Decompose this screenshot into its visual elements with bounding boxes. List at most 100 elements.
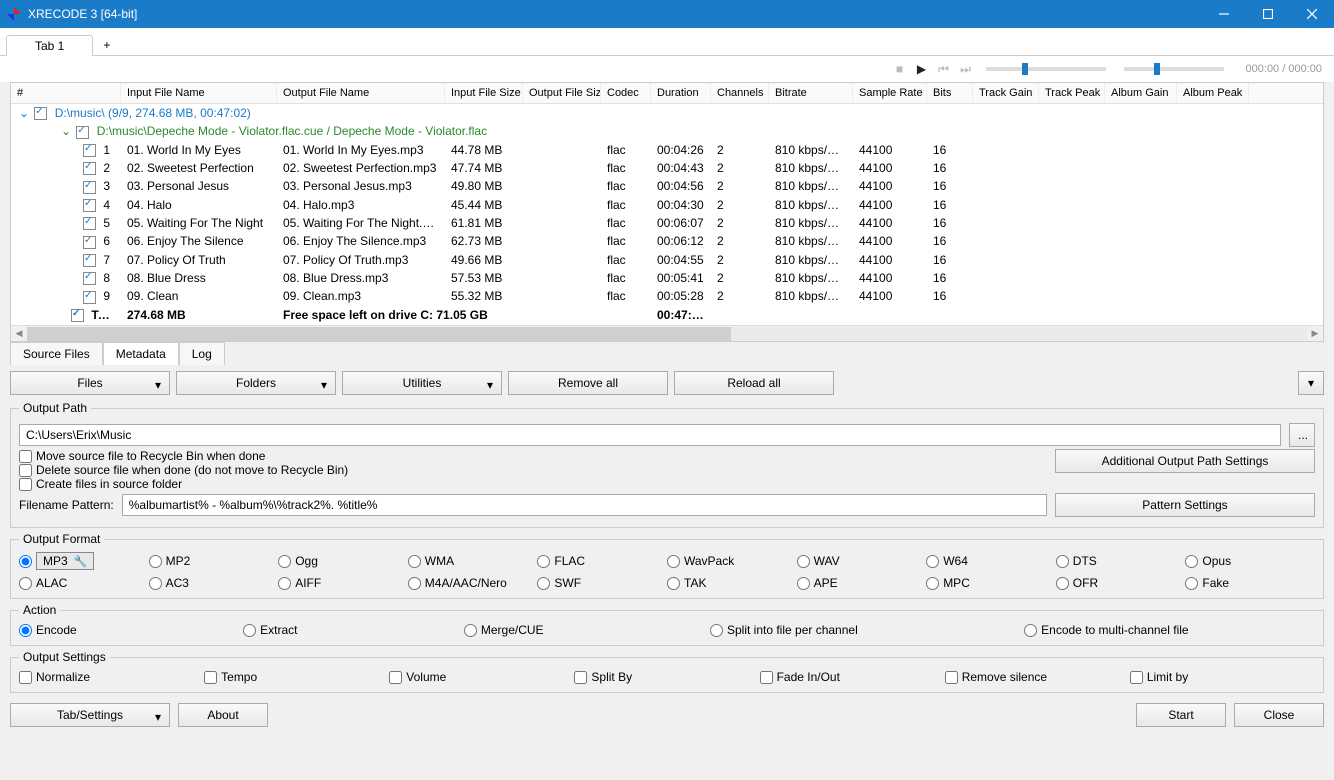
column-header[interactable]: Album Peak bbox=[1177, 83, 1249, 103]
horizontal-scrollbar[interactable]: ◀▶ bbox=[11, 325, 1323, 341]
track-checkbox[interactable] bbox=[83, 144, 96, 157]
total-checkbox[interactable] bbox=[71, 309, 84, 322]
format-radio-w64[interactable]: W64 bbox=[926, 552, 1056, 570]
stop-icon[interactable]: ■ bbox=[892, 61, 908, 77]
track-checkbox[interactable] bbox=[83, 272, 96, 285]
track-row[interactable]: 4 04. Halo04. Halo.mp345.44 MB flac00:04… bbox=[11, 196, 1323, 214]
track-row[interactable]: 7 07. Policy Of Truth07. Policy Of Truth… bbox=[11, 251, 1323, 269]
grid-body[interactable]: ⌄ D:\music\ (9/9, 274.68 MB, 00:47:02) ⌄… bbox=[11, 104, 1323, 325]
play-icon[interactable]: ▶ bbox=[914, 61, 930, 77]
track-checkbox[interactable] bbox=[83, 236, 96, 249]
track-row[interactable]: 5 05. Waiting For The Night05. Waiting F… bbox=[11, 214, 1323, 232]
format-radio-ac3[interactable]: AC3 bbox=[149, 576, 279, 590]
column-header[interactable]: # bbox=[11, 83, 121, 103]
reload-all-button[interactable]: Reload all bbox=[674, 371, 834, 395]
prev-icon[interactable]: ⏮ bbox=[936, 61, 952, 77]
tab-metadata[interactable]: Metadata bbox=[103, 342, 179, 365]
delete-source-checkbox[interactable]: Delete source file when done (do not mov… bbox=[19, 463, 348, 477]
tab-log[interactable]: Log bbox=[179, 342, 225, 365]
setting-checkbox-limit-by[interactable]: Limit by bbox=[1130, 670, 1315, 684]
setting-checkbox-split-by[interactable]: Split By bbox=[574, 670, 759, 684]
folder-checkbox[interactable] bbox=[34, 107, 47, 120]
about-button[interactable]: About bbox=[178, 703, 268, 727]
remove-all-button[interactable]: Remove all bbox=[508, 371, 668, 395]
collapse-icon[interactable]: ⌄ bbox=[61, 124, 71, 138]
progress-slider[interactable] bbox=[986, 67, 1106, 71]
filename-pattern-input[interactable] bbox=[122, 494, 1047, 516]
output-path-input[interactable] bbox=[19, 424, 1281, 446]
track-row[interactable]: 3 03. Personal Jesus03. Personal Jesus.m… bbox=[11, 177, 1323, 195]
action-radio-merge-cue[interactable]: Merge/CUE bbox=[464, 623, 670, 637]
column-header[interactable]: Codec bbox=[601, 83, 651, 103]
more-dropdown[interactable]: ▾ bbox=[1298, 371, 1324, 395]
format-radio-opus[interactable]: Opus bbox=[1185, 552, 1315, 570]
format-radio-ofr[interactable]: OFR bbox=[1056, 576, 1186, 590]
track-row[interactable]: 8 08. Blue Dress08. Blue Dress.mp357.53 … bbox=[11, 269, 1323, 287]
start-button[interactable]: Start bbox=[1136, 703, 1226, 727]
column-header[interactable]: Album Gain bbox=[1105, 83, 1177, 103]
track-checkbox[interactable] bbox=[83, 181, 96, 194]
track-checkbox[interactable] bbox=[83, 162, 96, 175]
track-row[interactable]: 6 06. Enjoy The Silence06. Enjoy The Sil… bbox=[11, 232, 1323, 250]
wrench-icon[interactable]: 🔧 bbox=[74, 555, 88, 568]
folders-dropdown[interactable]: Folders▾ bbox=[176, 371, 336, 395]
action-radio-encode[interactable]: Encode bbox=[19, 623, 203, 637]
collapse-icon[interactable]: ⌄ bbox=[19, 106, 29, 120]
format-radio-fake[interactable]: Fake bbox=[1185, 576, 1315, 590]
track-checkbox[interactable] bbox=[83, 199, 96, 212]
column-header[interactable]: Output File Size bbox=[523, 83, 601, 103]
column-header[interactable]: Output File Name bbox=[277, 83, 445, 103]
format-radio-ogg[interactable]: Ogg bbox=[278, 552, 408, 570]
format-radio-wavpack[interactable]: WavPack bbox=[667, 552, 797, 570]
format-radio-tak[interactable]: TAK bbox=[667, 576, 797, 590]
column-header[interactable]: Track Gain bbox=[973, 83, 1039, 103]
track-checkbox[interactable] bbox=[83, 291, 96, 304]
format-radio-swf[interactable]: SWF bbox=[537, 576, 667, 590]
track-checkbox[interactable] bbox=[83, 217, 96, 230]
utilities-dropdown[interactable]: Utilities▾ bbox=[342, 371, 502, 395]
tab-source-files[interactable]: Source Files bbox=[10, 342, 103, 365]
track-checkbox[interactable] bbox=[83, 254, 96, 267]
tab-1[interactable]: Tab 1 bbox=[6, 35, 93, 56]
setting-checkbox-remove-silence[interactable]: Remove silence bbox=[945, 670, 1130, 684]
track-row[interactable]: 2 02. Sweetest Perfection02. Sweetest Pe… bbox=[11, 159, 1323, 177]
files-dropdown[interactable]: Files▾ bbox=[10, 371, 170, 395]
tab-settings-dropdown[interactable]: Tab/Settings▾ bbox=[10, 703, 170, 727]
action-radio-encode-to-multi-channel-file[interactable]: Encode to multi-channel file bbox=[1024, 623, 1315, 637]
column-header[interactable]: Duration bbox=[651, 83, 711, 103]
folder-row-root[interactable]: ⌄ D:\music\ (9/9, 274.68 MB, 00:47:02) bbox=[11, 104, 1323, 122]
create-in-source-checkbox[interactable]: Create files in source folder bbox=[19, 477, 348, 491]
column-header[interactable]: Sample Rate bbox=[853, 83, 927, 103]
action-radio-extract[interactable]: Extract bbox=[243, 623, 424, 637]
column-header[interactable]: Input File Size bbox=[445, 83, 523, 103]
format-radio-wma[interactable]: WMA bbox=[408, 552, 538, 570]
action-radio-split-into-file-per-channel[interactable]: Split into file per channel bbox=[710, 623, 984, 637]
browse-button[interactable]: ... bbox=[1289, 423, 1315, 447]
folder-row-cue[interactable]: ⌄ D:\music\Depeche Mode - Violator.flac.… bbox=[11, 122, 1323, 140]
setting-checkbox-fade-in-out[interactable]: Fade In/Out bbox=[760, 670, 945, 684]
format-radio-m4aaacnero[interactable]: M4A/AAC/Nero bbox=[408, 576, 538, 590]
additional-output-settings-button[interactable]: Additional Output Path Settings bbox=[1055, 449, 1315, 473]
new-tab-button[interactable]: + bbox=[95, 35, 118, 55]
maximize-button[interactable] bbox=[1246, 0, 1290, 28]
format-radio-mpc[interactable]: MPC bbox=[926, 576, 1056, 590]
volume-slider[interactable] bbox=[1124, 67, 1224, 71]
format-radio-ape[interactable]: APE bbox=[797, 576, 927, 590]
track-row[interactable]: 1 01. World In My Eyes01. World In My Ey… bbox=[11, 141, 1323, 159]
column-header[interactable]: Channels bbox=[711, 83, 769, 103]
format-radio-mp2[interactable]: MP2 bbox=[149, 552, 279, 570]
next-icon[interactable]: ⏭ bbox=[958, 61, 974, 77]
folder-checkbox[interactable] bbox=[76, 126, 89, 139]
move-recycle-checkbox[interactable]: Move source file to Recycle Bin when don… bbox=[19, 449, 348, 463]
format-radio-aiff[interactable]: AIFF bbox=[278, 576, 408, 590]
format-radio-alac[interactable]: ALAC bbox=[19, 576, 149, 590]
format-radio-flac[interactable]: FLAC bbox=[537, 552, 667, 570]
setting-checkbox-volume[interactable]: Volume bbox=[389, 670, 574, 684]
minimize-button[interactable] bbox=[1202, 0, 1246, 28]
pattern-settings-button[interactable]: Pattern Settings bbox=[1055, 493, 1315, 517]
format-radio-wav[interactable]: WAV bbox=[797, 552, 927, 570]
track-row[interactable]: 9 09. Clean09. Clean.mp355.32 MB flac00:… bbox=[11, 287, 1323, 305]
column-header[interactable]: Bitrate bbox=[769, 83, 853, 103]
setting-checkbox-tempo[interactable]: Tempo bbox=[204, 670, 389, 684]
column-header[interactable]: Track Peak bbox=[1039, 83, 1105, 103]
